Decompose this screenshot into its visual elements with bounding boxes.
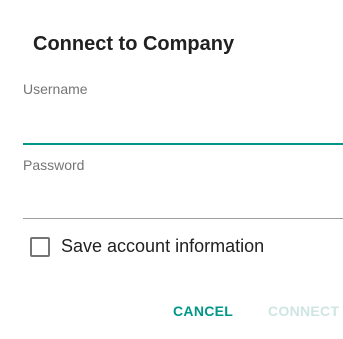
username-input[interactable] [23, 117, 343, 145]
cancel-button[interactable]: CANCEL [173, 303, 233, 319]
password-label: Password [23, 157, 85, 173]
dialog-title: Connect to Company [33, 33, 235, 55]
save-account-label[interactable]: Save account information [61, 236, 264, 257]
connect-button[interactable]: CONNECT [268, 303, 339, 319]
username-label: Username [23, 81, 88, 97]
checkbox-unchecked-icon[interactable] [30, 236, 50, 257]
connect-dialog: Connect to Company Username Password Sav… [0, 0, 343, 339]
password-input[interactable] [23, 192, 343, 219]
save-account-checkbox[interactable]: Save account information [30, 236, 264, 257]
